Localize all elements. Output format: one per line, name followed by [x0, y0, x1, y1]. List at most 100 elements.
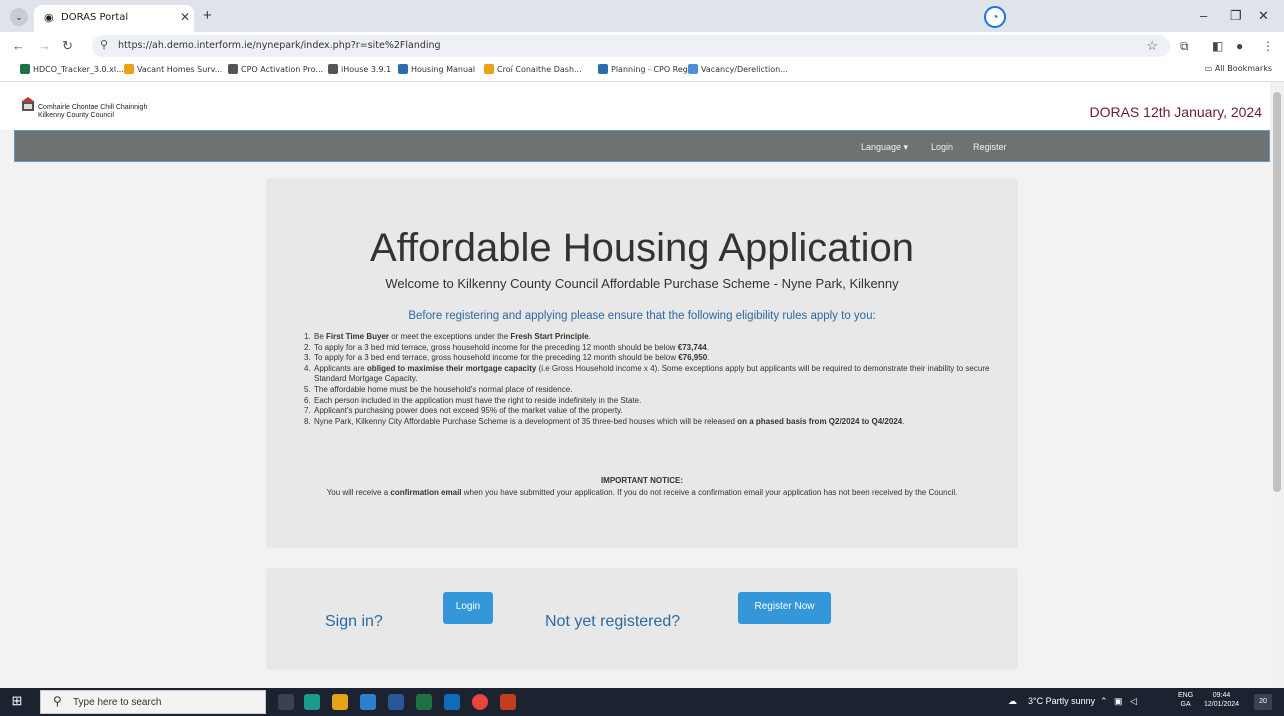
bookmark-item[interactable]: HDCO_Tracker_3.0.xl... — [20, 64, 124, 74]
main-navbar: Language ▾ Login Register — [14, 130, 1270, 162]
web-page: Comhairle Chontae Chill Chainnigh Kilken… — [0, 82, 1270, 688]
bookmark-favicon-icon — [688, 64, 698, 74]
sidebar-icon[interactable]: ◧ — [1212, 39, 1223, 53]
extensions-icon[interactable]: ⧉ — [1180, 39, 1189, 54]
rule-bold-text: obliged to maximise their mortgage capac… — [366, 363, 537, 373]
actions-panel: Sign in? Login Not yet registered? Regis… — [266, 568, 1018, 670]
rule-text: . — [902, 416, 905, 426]
intro-panel: Affordable Housing Application Welcome t… — [266, 178, 1018, 548]
rule-number: 6. — [304, 395, 311, 405]
bookmark-star-icon[interactable]: ☆ — [1146, 38, 1158, 54]
outlook-icon[interactable] — [444, 694, 460, 710]
url-bar[interactable]: ⚲ https://ah.demo.interform.ie/nynepark/… — [92, 35, 1170, 57]
bookmark-label: Vacant Homes Surv... — [137, 65, 223, 74]
nav-register-link[interactable]: Register — [973, 142, 1007, 152]
edge-icon[interactable] — [360, 694, 376, 710]
powerpoint-icon[interactable] — [500, 694, 516, 710]
eligibility-rule: 5. The affordable home must be the house… — [304, 384, 998, 396]
council-name: Comhairle Chontae Chill Chainnigh Kilken… — [38, 104, 147, 120]
all-bookmarks[interactable]: ▭ All Bookmarks — [1205, 64, 1272, 73]
profile-avatar-icon[interactable]: ● — [1236, 39, 1243, 53]
not-registered-prompt: Not yet registered? — [545, 613, 681, 630]
bookmark-favicon-icon — [328, 64, 338, 74]
browser-tab[interactable]: ◉ DORAS Portal ✕ — [34, 5, 194, 32]
bookmark-item[interactable]: Planning - CPO Regi... — [598, 64, 698, 74]
bookmark-label: Planning - CPO Regi... — [611, 65, 698, 74]
rule-bold-text: €76,950 — [678, 353, 708, 363]
reload-icon[interactable]: ↻ — [62, 38, 73, 54]
scrollbar-thumb[interactable] — [1273, 92, 1281, 492]
copilot-icon[interactable] — [304, 694, 320, 710]
rule-text: The affordable home must be the househol… — [314, 384, 573, 394]
register-now-button[interactable]: Register Now — [738, 592, 831, 624]
notifications-badge[interactable]: 20 — [1254, 694, 1272, 710]
rule-number: 7. — [304, 406, 311, 416]
clock[interactable]: 09:44 12/01/2024 — [1204, 691, 1239, 709]
file-explorer-icon[interactable] — [332, 694, 348, 710]
menu-dots-icon[interactable]: ⋮ — [1262, 39, 1274, 53]
address-toolbar: ← → ↻ ⚲ https://ah.demo.interform.ie/nyn… — [0, 32, 1284, 60]
important-notice-title: IMPORTANT NOTICE: — [600, 476, 684, 485]
window-close-icon[interactable]: ✕ — [1258, 8, 1269, 24]
taskbar-search[interactable]: ⚲ Type here to search — [40, 690, 266, 714]
restore-icon[interactable]: ❐ — [1230, 8, 1242, 24]
minimize-icon[interactable]: – — [1200, 8, 1207, 23]
notice-text-c: when you have submitted your application… — [461, 488, 958, 497]
clock-time: 09:44 — [1212, 692, 1231, 699]
bookmark-item[interactable]: Croí Conaithe Dash... — [484, 64, 582, 74]
word-icon[interactable] — [388, 694, 404, 710]
rule-text: To apply for a 3 bed mid terrace, gross … — [314, 342, 678, 352]
language-indicator[interactable]: ENG GA — [1178, 691, 1193, 709]
clock-date: 12/01/2024 — [1204, 701, 1240, 708]
bookmark-item[interactable]: Vacancy/Dereliction... — [688, 64, 788, 74]
rule-bold-text: First Time Buyer — [326, 332, 389, 341]
speaker-icon[interactable]: ◁ — [1130, 696, 1137, 707]
back-icon[interactable]: ← — [12, 38, 25, 53]
eligibility-rule: 4. Applicants are obliged to maximise th… — [304, 363, 998, 385]
excel-icon[interactable] — [416, 694, 432, 710]
rule-text: Applicants are — [314, 363, 367, 373]
bookmark-label: Vacancy/Dereliction... — [701, 65, 788, 74]
bookmark-favicon-icon — [484, 64, 494, 74]
eligibility-rule: 1. Be First Time Buyer or meet the excep… — [304, 332, 998, 343]
bookmark-favicon-icon — [598, 64, 608, 74]
network-icon[interactable]: ▣ — [1114, 696, 1123, 707]
login-button[interactable]: Login — [443, 592, 493, 624]
bookmark-favicon-icon — [124, 64, 134, 74]
tab-search-icon[interactable]: ⌄ — [10, 8, 28, 26]
lang-secondary: GA — [1180, 701, 1191, 708]
windows-start-icon[interactable]: ⊞ — [8, 693, 26, 711]
forward-icon[interactable]: → — [38, 38, 51, 53]
new-tab-icon[interactable]: + — [203, 7, 212, 24]
bookmark-label: Housing Manual — [411, 65, 476, 74]
tab-title: DORAS Portal — [61, 12, 129, 23]
bookmark-label: CPO Activation Pro... — [241, 65, 324, 74]
weather-text[interactable]: 3°C Partly sunny — [1028, 696, 1095, 706]
eligibility-rule: 2. To apply for a 3 bed mid terrace, gro… — [304, 342, 998, 354]
bookmark-item[interactable]: CPO Activation Pro... — [228, 64, 323, 74]
council-name-irish: Comhairle Chontae Chill Chainnigh — [38, 104, 148, 111]
taskbar-search-placeholder: Type here to search — [73, 697, 162, 708]
page-scrollbar[interactable] — [1270, 82, 1284, 688]
bookmark-item[interactable]: Vacant Homes Surv... — [124, 64, 222, 74]
extension-icon[interactable]: ◔ — [984, 6, 1006, 28]
url-text: https://ah.demo.interform.ie/nynepark/in… — [118, 40, 441, 51]
task-view-icon[interactable] — [278, 694, 294, 710]
all-bookmarks-label: All Bookmarks — [1214, 64, 1272, 73]
rule-bold-text: on a phased basis from Q2/2024 to Q4/202… — [737, 416, 903, 426]
weather-icon[interactable]: ☁ — [1008, 696, 1017, 707]
close-tab-icon[interactable]: ✕ — [180, 10, 190, 24]
browser-tab-strip: ⌄ ◉ DORAS Portal ✕ + ◔ – ❐ ✕ — [0, 0, 1284, 32]
rule-text: Applicant's purchasing power does not ex… — [314, 406, 623, 416]
bookmarks-bar: HDCO_Tracker_3.0.xl... Vacant Homes Surv.… — [0, 60, 1284, 82]
chrome-icon[interactable] — [472, 694, 488, 710]
language-dropdown[interactable]: Language ▾ — [861, 142, 908, 153]
site-info-icon[interactable]: ⚲ — [100, 38, 108, 51]
bookmark-item[interactable]: iHouse 3.9.1 — [328, 64, 391, 74]
bookmark-label: iHouse 3.9.1 — [341, 65, 392, 74]
bookmark-favicon-icon — [20, 64, 30, 74]
rule-text: Be — [314, 332, 327, 341]
tray-chevron-icon[interactable]: ⌃ — [1100, 696, 1108, 707]
nav-login-link[interactable]: Login — [931, 142, 953, 152]
bookmark-item[interactable]: Housing Manual — [398, 64, 475, 74]
